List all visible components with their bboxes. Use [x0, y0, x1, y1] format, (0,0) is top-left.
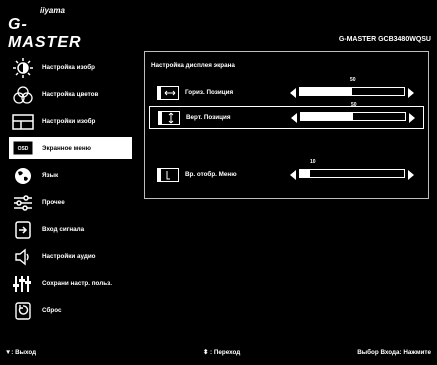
brand-iiyama: iiyama	[40, 6, 65, 15]
timer-icon	[157, 167, 179, 182]
brand-gmaster: G-MASTER	[8, 16, 82, 51]
v-position-slider[interactable]: 50	[291, 102, 415, 128]
sidebar-item-label: Настройка изобр	[42, 64, 96, 71]
osd-icon: OSD	[12, 138, 34, 158]
slider-value: 50	[350, 77, 356, 83]
decrease-arrow-icon[interactable]	[290, 170, 296, 180]
increase-arrow-icon[interactable]	[408, 170, 414, 180]
sidebar-item-label: Сброс	[42, 307, 62, 314]
slider-track	[300, 112, 406, 121]
slider-track	[299, 87, 405, 96]
setting-row-h-position[interactable]: Гориз. Позиция 50	[149, 77, 424, 103]
sidebar-item-label: Экранное меню	[42, 144, 92, 152]
input-select-hint: Выбор Входа: Нажмите	[357, 349, 431, 356]
decrease-arrow-icon[interactable]	[290, 88, 296, 98]
slider-value: 50	[351, 102, 357, 108]
sidebar-item-label: Прочее	[42, 199, 65, 206]
brightness-icon	[12, 57, 34, 78]
increase-arrow-icon[interactable]	[408, 88, 414, 98]
menu-timeout-slider[interactable]: 10	[290, 159, 414, 185]
sidebar-item-label: Вход сигнала	[42, 226, 85, 233]
model-name: G-MASTER GCB3480WQSU	[338, 36, 431, 43]
setting-label: Верт. Позиция	[186, 114, 231, 121]
svg-text:OSD: OSD	[18, 146, 29, 152]
h-position-slider[interactable]: 50	[290, 77, 414, 103]
sidebar-item-language[interactable]: Язык	[12, 162, 132, 189]
color-palette-icon	[12, 85, 34, 105]
sidebar-item-label: Язык	[42, 172, 59, 179]
setting-row-v-position[interactable]: Верт. Позиция 50	[149, 102, 424, 129]
picture-icon	[12, 112, 34, 132]
sidebar: Настройка изобр Настройка цветов Настрой…	[9, 54, 132, 324]
panel-title: Настройка дисплея экрана	[151, 62, 235, 69]
speaker-icon	[12, 247, 34, 267]
h-position-icon	[157, 85, 179, 100]
increase-arrow-icon[interactable]	[409, 113, 415, 123]
sidebar-item-image-settings[interactable]: Настройки изобр	[12, 108, 132, 135]
globe-icon	[12, 166, 34, 186]
decrease-arrow-icon[interactable]	[291, 113, 297, 123]
sidebar-item-label: Настройки аудио	[42, 253, 96, 260]
sidebar-item-audio[interactable]: Настройки аудио	[12, 243, 132, 270]
sidebar-item-osd-menu[interactable]: OSD Экранное меню	[9, 137, 132, 159]
setting-row-menu-timeout[interactable]: Вр. отобр. Меню 10	[149, 159, 424, 185]
navigate-hint: ⬍ : Переход	[203, 349, 241, 356]
sidebar-item-picture-adjust[interactable]: Настройка изобр	[12, 54, 132, 81]
sidebar-item-save-user-settings[interactable]: Сохрани настр. польз.	[12, 270, 132, 297]
input-icon	[12, 220, 34, 240]
exit-hint: ▼: Выход	[5, 349, 37, 356]
equalizer-icon	[12, 274, 34, 294]
slider-track	[299, 169, 405, 178]
sidebar-item-label: Настройка цветов	[42, 91, 99, 98]
setting-label: Вр. отобр. Меню	[185, 171, 237, 178]
sidebar-item-misc[interactable]: Прочее	[12, 189, 132, 216]
sidebar-item-color-settings[interactable]: Настройка цветов	[12, 81, 132, 108]
footer-bar: ▼: Выход ⬍ : Переход Выбор Входа: Нажмит…	[0, 347, 437, 359]
sidebar-item-label: Настройки изобр	[42, 118, 96, 125]
reset-icon	[12, 301, 34, 321]
slider-value: 10	[310, 159, 316, 165]
sidebar-item-input-signal[interactable]: Вход сигнала	[12, 216, 132, 243]
osd-settings-panel: Настройка дисплея экрана Гориз. Позиция …	[144, 51, 429, 199]
sliders-icon	[12, 193, 34, 213]
setting-label: Гориз. Позиция	[185, 89, 234, 96]
sidebar-item-label: Сохрани настр. польз.	[42, 280, 112, 287]
sidebar-item-reset[interactable]: Сброс	[12, 297, 132, 324]
v-position-icon	[158, 110, 180, 125]
